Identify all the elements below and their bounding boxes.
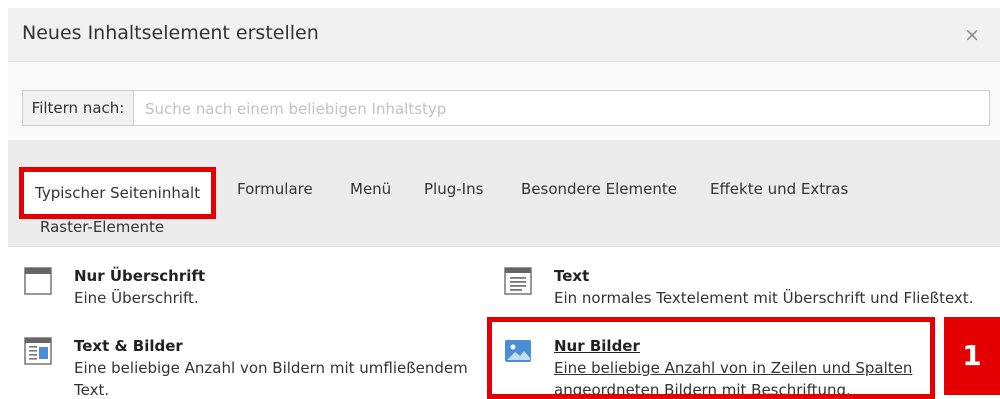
content-elements: Nur Überschrift Eine Überschrift. Text E… (8, 247, 1000, 399)
dialog-header: Neues Inhaltselement erstellen × (8, 8, 1000, 62)
tab-raster-elemente[interactable]: Raster-Elemente (40, 218, 164, 236)
annotation-badge: 1 (944, 317, 1000, 395)
filter-section: Filtern nach: (8, 62, 1000, 140)
text-icon (504, 267, 532, 295)
element-description: Eine beliebige Anzahl von Bildern mit um… (74, 359, 468, 399)
dialog-title: Neues Inhaltselement erstellen (22, 22, 319, 44)
element-description: Ein normales Textelement mit Überschrift… (554, 289, 974, 307)
element-title: Nur Überschrift (74, 267, 206, 285)
element-title: Text (554, 267, 590, 285)
tab-plug-ins[interactable]: Plug-Ins (424, 180, 483, 198)
element-text[interactable]: Text Ein normales Textelement mit Übersc… (504, 263, 994, 313)
filter-input[interactable] (143, 91, 987, 127)
filter-label: Filtern nach: (23, 91, 134, 125)
tab-bar: Typischer Seiteninhalt Formulare Menü Pl… (8, 140, 1000, 247)
tab-menue[interactable]: Menü (350, 180, 391, 198)
tab-besondere-elemente[interactable]: Besondere Elemente (521, 180, 677, 198)
element-title: Text & Bilder (74, 337, 183, 355)
close-icon[interactable]: × (964, 24, 980, 46)
annotation-highlight-box (487, 317, 935, 399)
element-text-und-bilder[interactable]: Text & Bilder Eine beliebige Anzahl von … (24, 333, 468, 399)
filter-box: Filtern nach: (22, 90, 990, 127)
header-icon (24, 267, 52, 295)
tab-formulare[interactable]: Formulare (237, 180, 313, 198)
element-description: Eine Überschrift. (74, 289, 199, 307)
tab-typischer-seiteninhalt[interactable]: Typischer Seiteninhalt (19, 167, 217, 219)
textpic-icon (24, 337, 52, 365)
new-content-element-dialog: Neues Inhaltselement erstellen × Filtern… (8, 8, 1000, 399)
element-nur-ueberschrift[interactable]: Nur Überschrift Eine Überschrift. (24, 263, 464, 313)
tab-effekte-und-extras[interactable]: Effekte und Extras (710, 180, 848, 198)
